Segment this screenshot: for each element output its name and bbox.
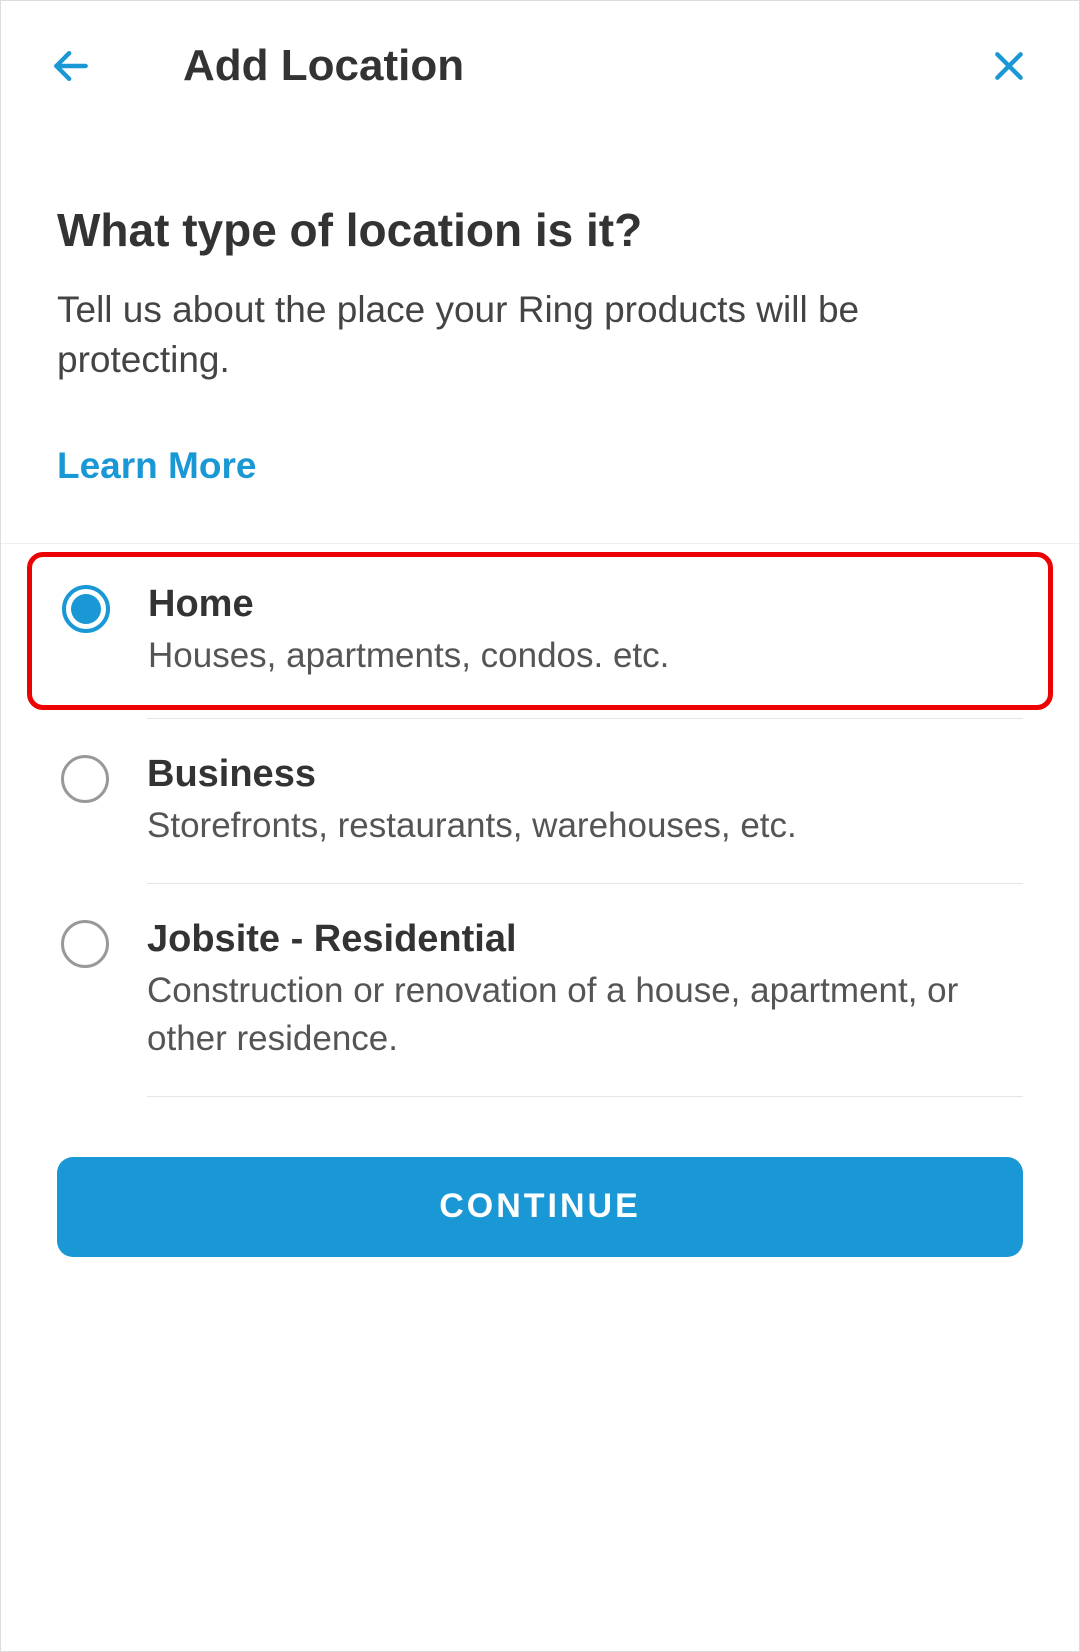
question-subtitle: Tell us about the place your Ring produc… (57, 285, 1023, 385)
header-bar: Add Location (1, 1, 1079, 131)
learn-more-link[interactable]: Learn More (57, 445, 256, 487)
option-description: Construction or renovation of a house, a… (147, 967, 1023, 1062)
option-text: Home Houses, apartments, condos. etc. (148, 583, 1018, 679)
location-type-options: Home Houses, apartments, condos. etc. Bu… (1, 543, 1079, 1097)
add-location-screen: Add Location What type of location is it… (0, 0, 1080, 1652)
content-section: What type of location is it? Tell us abo… (1, 131, 1079, 543)
option-title: Business (147, 753, 1023, 796)
radio-business[interactable] (61, 755, 109, 803)
option-text: Jobsite - Residential Construction or re… (147, 918, 1023, 1062)
continue-button[interactable]: CONTINUE (57, 1157, 1023, 1257)
option-description: Houses, apartments, condos. etc. (148, 632, 1018, 679)
option-home[interactable]: Home Houses, apartments, condos. etc. (27, 552, 1053, 710)
footer-actions: CONTINUE (1, 1097, 1079, 1313)
close-icon (989, 46, 1029, 86)
radio-home[interactable] (62, 585, 110, 633)
option-title: Jobsite - Residential (147, 918, 1023, 961)
close-button[interactable] (985, 42, 1033, 90)
option-business[interactable]: Business Storefronts, restaurants, wareh… (1, 719, 1079, 883)
option-jobsite-residential[interactable]: Jobsite - Residential Construction or re… (1, 884, 1079, 1096)
question-heading: What type of location is it? (57, 203, 1023, 257)
back-button[interactable] (47, 42, 95, 90)
page-title: Add Location (183, 41, 464, 91)
arrow-left-icon (49, 44, 93, 88)
option-description: Storefronts, restaurants, warehouses, et… (147, 802, 1023, 849)
option-title: Home (148, 583, 1018, 626)
radio-jobsite-residential[interactable] (61, 920, 109, 968)
radio-selected-indicator (71, 594, 101, 624)
option-text: Business Storefronts, restaurants, wareh… (147, 753, 1023, 849)
